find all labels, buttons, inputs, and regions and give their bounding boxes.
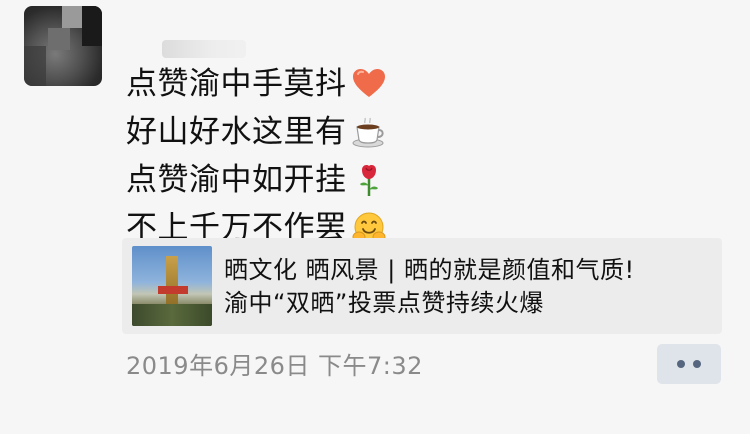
heart-icon — [352, 69, 385, 97]
post-text: 点赞渝中手莫抖 好山好水这里有 点赞渝中如开挂 不上千万不作罢 — [126, 60, 387, 252]
rose-icon — [359, 165, 378, 196]
link-thumbnail — [132, 246, 212, 326]
post-line: 点赞渝中如开挂 — [126, 156, 387, 204]
post-timestamp: 2019年6月26日 下午7:32 — [126, 352, 423, 380]
more-dots-icon — [677, 360, 685, 368]
link-title: 晒文化 晒风景 | 晒的就是颜值和气质! 渝中“双晒”投票点赞持续火爆 — [224, 254, 635, 320]
coffee-icon — [352, 117, 384, 148]
post-line: 点赞渝中手莫抖 — [126, 60, 387, 108]
more-options-button[interactable] — [657, 344, 721, 384]
post-line-text: 好山好水这里有 — [126, 114, 347, 150]
more-dots-icon — [693, 360, 701, 368]
link-card[interactable]: 晒文化 晒风景 | 晒的就是颜值和气质! 渝中“双晒”投票点赞持续火爆 — [122, 238, 722, 334]
post-line-text: 点赞渝中手莫抖 — [126, 66, 347, 102]
link-title-line: 渝中“双晒”投票点赞持续火爆 — [224, 289, 544, 317]
post-line-text: 点赞渝中如开挂 — [126, 162, 347, 198]
link-title-line: 晒文化 晒风景 | 晒的就是颜值和气质! — [224, 256, 635, 284]
avatar[interactable] — [24, 6, 102, 86]
post-line: 好山好水这里有 — [126, 108, 387, 156]
nickname-blurred[interactable] — [162, 40, 246, 58]
